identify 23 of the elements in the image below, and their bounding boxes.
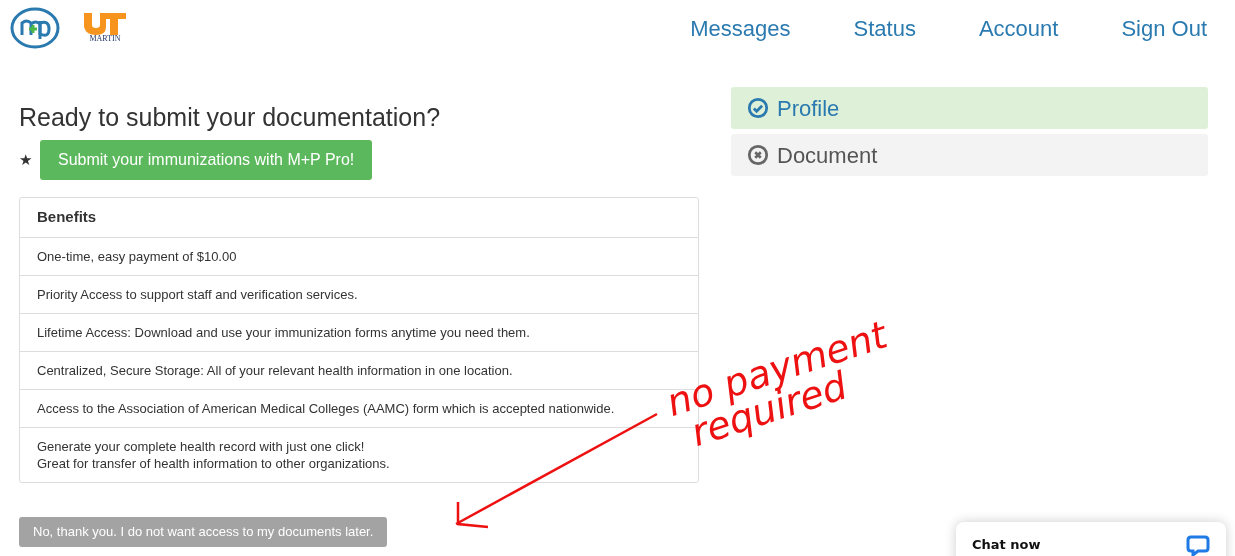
step-label: Document [777,141,878,170]
logo-icon [10,7,60,49]
nav-link[interactable]: Status [853,11,916,45]
benefit-row-text: Generate your complete health record with just one click! Great for transfer of health information to other organizations. [36,438,391,473]
page-heading: Ready to submit your documentation? [19,102,442,132]
benefit-row: Lifetime Access: Download and use your immunization forms anytime you need them. [20,314,698,352]
decline-button[interactable]: No, thank you. I do not want access to my documents later. [19,517,388,547]
nav-link[interactable]: Account [978,11,1059,45]
chat-label: Chat now [972,536,1041,554]
submit-button[interactable]: Submit your immunizations with M+P Pro! [40,140,373,180]
star-mark: ★ [19,149,32,170]
panel-title: Benefits [20,198,698,238]
nav-link[interactable]: Sign Out [1121,11,1207,45]
chat-bubble-icon [1186,535,1210,556]
step-label: Profile [777,94,840,123]
check-circle-icon [747,97,769,119]
logo-text: MARTIN [89,35,121,43]
university-logo-icon [84,13,126,35]
nav-link[interactable]: Messages [690,11,791,45]
benefit-row: Priority Access to support staff and verification services. [20,276,698,314]
benefit-row: One-time, easy payment of $10.00 [20,238,698,276]
x-circle-icon [747,144,769,166]
chat-widget[interactable]: Chat now [956,522,1226,556]
